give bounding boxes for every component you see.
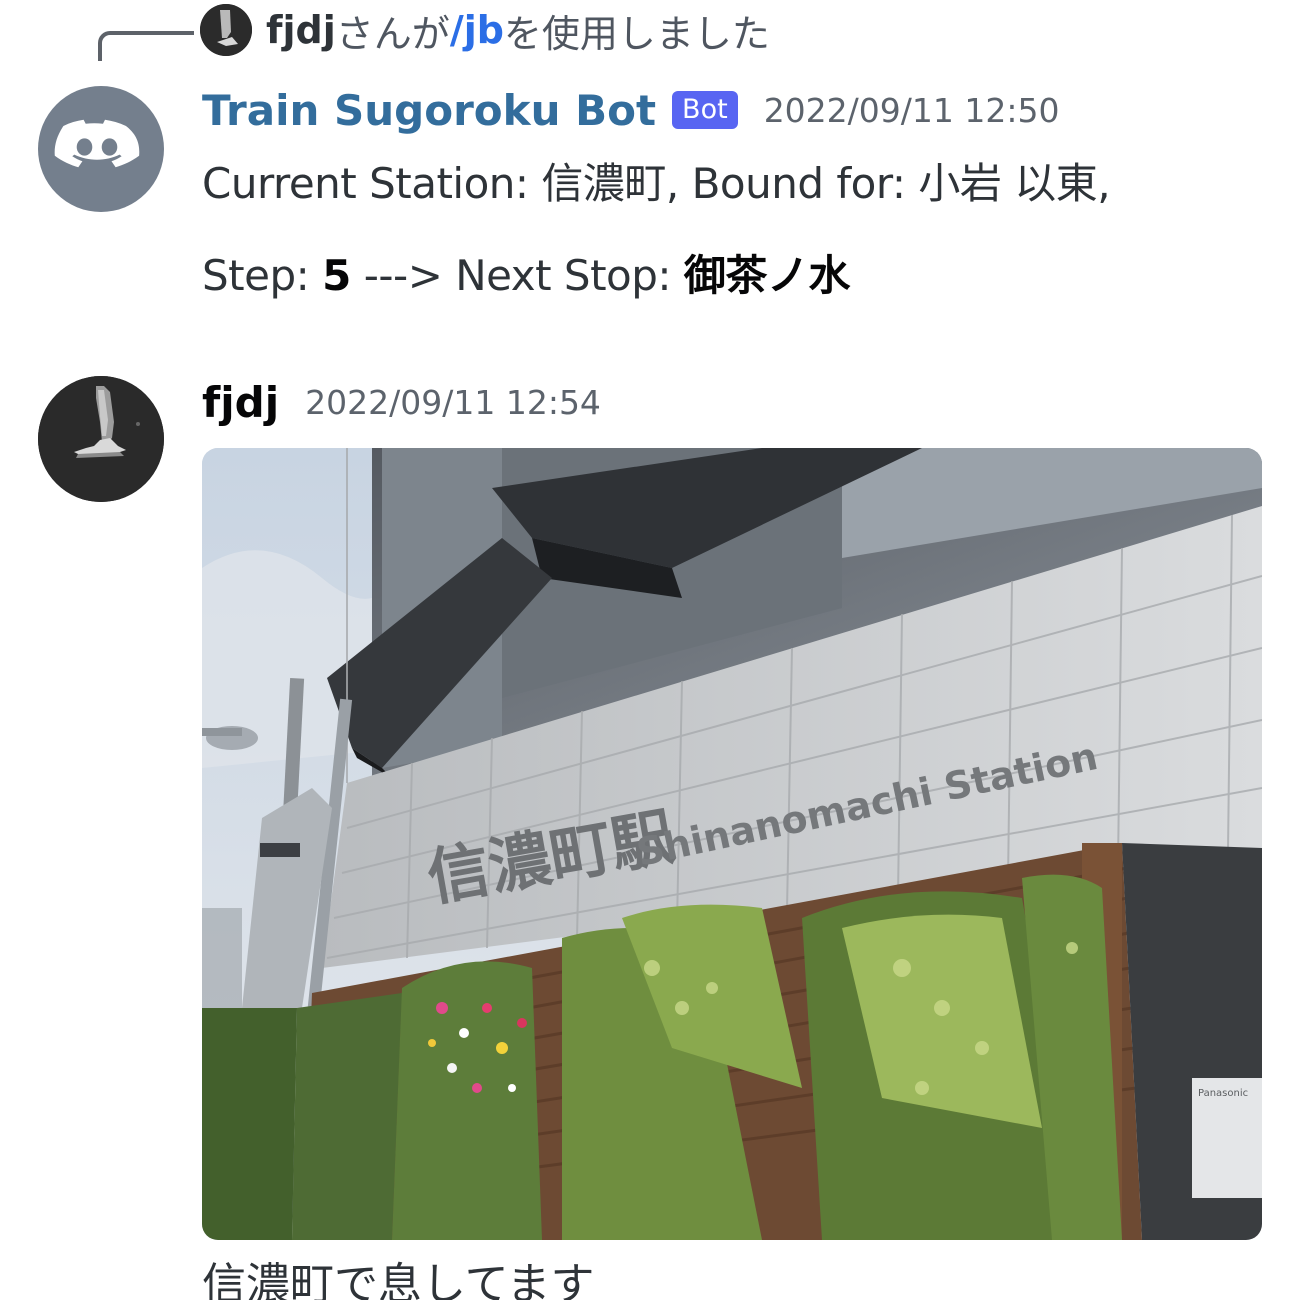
bot-tag-badge: Bot [672, 91, 738, 129]
figure-avatar-icon [38, 376, 164, 502]
station-photo-illustration: 信濃町駅 Shinanomachi Station Panasonic [202, 448, 1262, 1240]
reply-username[interactable]: fjdj [266, 8, 336, 52]
step-label: Step: [202, 251, 323, 300]
bot-message-line-1: Current Station: 信濃町, Bound for: 小岩 以東, [202, 159, 1111, 208]
next-stop-value: 御茶ノ水 [683, 251, 851, 300]
photo-caption: 信濃町で息してます [202, 1259, 595, 1300]
discord-logo-icon [54, 119, 140, 168]
bot-author-name[interactable]: Train Sugoroku Bot [202, 86, 656, 135]
chat-view: fjdj さんが/jb を使用しました Train Sugoroku Bot Bot… [0, 0, 1300, 1300]
next-stop-label: ---> Next Stop: [350, 251, 684, 300]
bot-message-timestamp[interactable]: 2022/09/11 12:50 [764, 91, 1060, 130]
command-link[interactable]: /jb [450, 8, 504, 52]
user-message-header: fjdj 2022/09/11 12:54 [202, 372, 601, 432]
ac-unit-brand: Panasonic [1198, 1088, 1248, 1099]
user-avatar[interactable] [38, 376, 164, 502]
user-author-name[interactable]: fjdj [202, 378, 279, 427]
user-message-timestamp[interactable]: 2022/09/11 12:54 [305, 383, 601, 422]
bot-message-header: Train Sugoroku Bot Bot 2022/09/11 12:50 [202, 82, 1059, 138]
command-reference[interactable]: fjdj さんが/jb を使用しました [200, 4, 770, 56]
step-value: 5 [322, 251, 351, 300]
reply-text-after: を使用しました [503, 11, 770, 56]
figure-avatar-icon [200, 4, 252, 56]
user-mini-avatar[interactable] [200, 4, 252, 56]
reply-text-before: さんが [335, 11, 450, 56]
bot-message-line-2: Step: 5 ---> Next Stop: 御茶ノ水 [202, 242, 850, 303]
reply-connector [98, 31, 194, 61]
attached-photo[interactable]: 信濃町駅 Shinanomachi Station Panasonic [202, 448, 1262, 1240]
bot-avatar[interactable] [38, 86, 164, 212]
